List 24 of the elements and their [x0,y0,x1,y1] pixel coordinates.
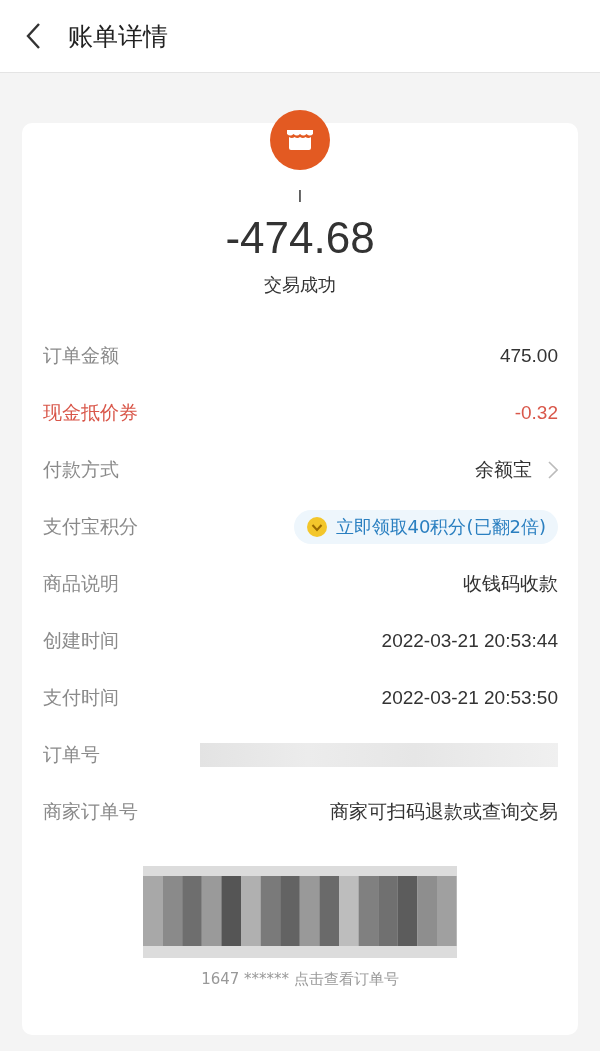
row-value: 2022-03-21 20:53:44 [381,629,558,652]
row-label: 订单金额 [43,342,119,368]
row-label: 支付宝积分 [43,513,138,539]
row-value: 收钱码收款 [463,571,558,596]
row-value: 2022-03-21 20:53:50 [381,686,558,709]
status-text: 交易成功 [264,273,336,297]
payment-method[interactable]: 余额宝 [475,456,532,483]
row-label: 商家订单号 [43,798,138,824]
row-label: 订单号 [43,741,100,767]
row-value: 商家可扫码退款或查询交易 [330,799,558,824]
points-badge[interactable]: 立即领取40积分(已翻2倍) [293,509,558,544]
coin-icon [305,515,328,538]
barcode-caption[interactable]: 1647 ****** 点击查看订单号 [201,970,399,989]
merchant-name: I [297,188,303,206]
row-value: -0.32 [514,401,558,424]
row-label: 付款方式 [43,456,119,482]
row-label: 商品说明 [43,570,119,596]
row-value: 475.00 [499,344,558,367]
back-icon[interactable] [25,22,41,50]
amount-text: -474.68 [225,212,375,264]
row-label: 创建时间 [43,627,119,653]
row-label: 支付时间 [43,684,119,710]
row-label: 现金抵价券 [43,399,138,425]
page-title: 账单详情 [68,20,168,53]
